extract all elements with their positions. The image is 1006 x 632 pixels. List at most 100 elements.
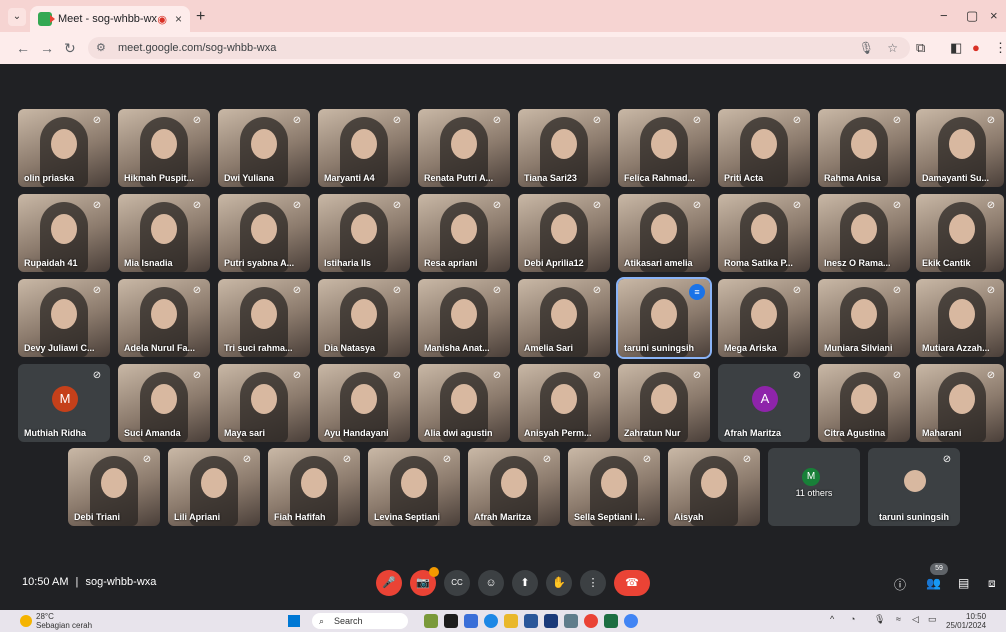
participant-tile[interactable]: ⊘ Debi Aprilia12 — [518, 194, 610, 272]
participant-tile[interactable]: ⊘ Tiana Sari23 — [518, 109, 610, 187]
captions-button[interactable]: CC — [444, 570, 470, 596]
participant-tile[interactable]: ⊘ Levina Septiani — [368, 448, 460, 526]
participant-tile[interactable]: ⊘ Priti Acta — [718, 109, 810, 187]
raise-hand-button[interactable]: ✋ — [546, 570, 572, 596]
participant-tile[interactable]: M ⊘ Muthiah Ridha — [18, 364, 110, 442]
emoji-reaction-button[interactable]: ☺ — [478, 570, 504, 596]
participant-tile[interactable]: ⊘ Manisha Anat... — [418, 279, 510, 357]
address-bar[interactable]: ⚙ meet.google.com/sog-whbb-wxa 🎙 ☆ — [88, 37, 910, 59]
chat-icon[interactable]: ▤ — [958, 576, 969, 590]
show-hidden-icons[interactable]: ^ — [830, 614, 834, 624]
participant-tile[interactable]: ⊘ Istiharia Ils — [318, 194, 410, 272]
participant-tile[interactable]: ⊘ Putri syabna A... — [218, 194, 310, 272]
task-view-icon[interactable] — [444, 614, 458, 628]
people-icon[interactable]: 👥 — [926, 576, 941, 590]
side-panel-icon[interactable]: ◧ — [950, 40, 962, 56]
participant-tile[interactable]: ⊘ Muniara Silviani — [818, 279, 910, 357]
tab-close-button[interactable]: × — [175, 12, 182, 26]
participant-tile[interactable]: ⊘ Maharani — [916, 364, 1004, 442]
participant-tile[interactable]: ⊘ taruni suningsih — [868, 448, 960, 526]
forward-icon[interactable]: → — [40, 40, 54, 56]
participant-tile[interactable]: ⊘ Atikasari amelia — [618, 194, 710, 272]
participant-tile[interactable]: ⊘ Tri suci rahma... — [218, 279, 310, 357]
volume-icon[interactable]: ◁ — [912, 614, 919, 625]
camera-app-icon[interactable] — [464, 614, 478, 628]
others-tile[interactable]: M 11 others — [768, 448, 860, 526]
network-icon[interactable]: ◔ — [850, 614, 855, 624]
camera-toggle-button[interactable]: 📷 — [410, 567, 439, 596]
excel-app-icon[interactable] — [604, 614, 618, 628]
bookmark-star-icon[interactable]: ☆ — [887, 37, 898, 59]
participant-tile[interactable]: ⊘ Roma Satika P... — [718, 194, 810, 272]
maximize-button[interactable]: ▢ — [966, 8, 978, 24]
participant-tile[interactable]: ⊘ Amelia Sari — [518, 279, 610, 357]
participant-tile[interactable]: ⊘ Dia Natasya — [318, 279, 410, 357]
participant-tile[interactable]: ⊘ Ayu Handayani — [318, 364, 410, 442]
browser-menu-icon[interactable]: ⋮ — [994, 40, 1006, 56]
participant-tile[interactable]: ⊘ Alia dwi agustin — [418, 364, 510, 442]
participant-tile[interactable]: ⊘ Rupaidah 41 — [18, 194, 110, 272]
activities-icon[interactable]: ⧈ — [988, 576, 996, 591]
meeting-details-icon[interactable]: ⓘ — [894, 576, 906, 593]
participant-tile[interactable]: ⊘ Afrah Maritza — [468, 448, 560, 526]
participant-tile[interactable]: ⊘ Lili Apriani — [168, 448, 260, 526]
weather-widget[interactable]: 28°C Sebagian cerah — [20, 612, 92, 630]
participant-tile[interactable]: ⊘ Citra Agustina — [818, 364, 910, 442]
participant-tile[interactable]: ⊘ Dwi Yuliana — [218, 109, 310, 187]
participant-tile[interactable]: ⊘ Rahma Anisa — [818, 109, 910, 187]
windows-start-icon[interactable] — [288, 615, 300, 627]
leave-call-button[interactable]: ☎ — [614, 570, 650, 596]
participant-tile[interactable]: ⊘ Ekik Cantik — [916, 194, 1004, 272]
mic-toggle-button[interactable]: 🎤 — [376, 570, 402, 596]
participant-tile-speaking[interactable]: ≡ taruni suningsih — [616, 277, 712, 359]
participant-tile[interactable]: ⊘ Renata Putri A... — [418, 109, 510, 187]
photos-app-icon[interactable] — [564, 614, 578, 628]
file-explorer-icon[interactable] — [504, 614, 518, 628]
taskbar-clock[interactable]: 10:50 25/01/2024 — [946, 612, 986, 630]
participant-tile[interactable]: ⊘ Fiah Hafifah — [268, 448, 360, 526]
participant-tile[interactable]: ⊘ Maya sari — [218, 364, 310, 442]
participant-tile[interactable]: A ⊘ Afrah Maritza — [718, 364, 810, 442]
battery-icon[interactable]: ▭ — [928, 614, 937, 625]
profile-avatar-icon[interactable]: ● — [972, 40, 980, 55]
chrome-browser-icon[interactable] — [584, 614, 598, 628]
chrome-profile-icon[interactable] — [624, 614, 638, 628]
extensions-icon[interactable]: ⧉ — [916, 40, 925, 56]
close-window-button[interactable]: × — [990, 8, 998, 23]
participant-tile[interactable]: ⊘ Resa apriani — [418, 194, 510, 272]
site-info-icon[interactable]: ⚙ — [96, 37, 106, 59]
participant-tile[interactable]: ⊘ Zahratun Nur — [618, 364, 710, 442]
participant-tile[interactable]: ⊘ Mutiara Azzah... — [916, 279, 1004, 357]
microphone-permission-icon[interactable]: 🎙 — [859, 37, 874, 59]
new-tab-button[interactable]: + — [196, 8, 205, 26]
reload-icon[interactable]: ↻ — [64, 40, 76, 57]
participant-tile[interactable]: ⊘ Mia Isnadia — [118, 194, 210, 272]
tab-search-menu-button[interactable]: ⌄ — [8, 8, 26, 26]
wifi-icon[interactable]: ≈ — [896, 614, 901, 624]
minimize-button[interactable]: − — [940, 8, 948, 23]
present-screen-button[interactable]: ⬆ — [512, 570, 538, 596]
participant-tile[interactable]: ⊘ Aisyah — [668, 448, 760, 526]
participant-tile[interactable]: ⊘ Hikmah Puspit... — [118, 109, 210, 187]
widgets-app-icon[interactable] — [424, 614, 438, 628]
participant-tile[interactable]: ⊘ Debi Triani — [68, 448, 160, 526]
word-app-icon[interactable] — [524, 614, 538, 628]
back-icon[interactable]: ← — [16, 40, 30, 56]
edge-browser-icon[interactable] — [484, 614, 498, 628]
browser-tab-meet[interactable]: Meet - sog-whbb-wxa ◉ × — [30, 6, 190, 32]
participant-tile[interactable]: ⊘ Suci Amanda — [118, 364, 210, 442]
participant-tile[interactable]: ⊘ Adela Nurul Fa... — [118, 279, 210, 357]
taskbar-search[interactable]: ⌕ Search — [312, 613, 408, 629]
participant-tile[interactable]: ⊘ Inesz O Rama... — [818, 194, 910, 272]
learning-app-icon[interactable] — [544, 614, 558, 628]
microphone-tray-icon[interactable]: 🎙 — [874, 614, 885, 625]
participant-tile[interactable]: ⊘ Mega Ariska — [718, 279, 810, 357]
participant-tile[interactable]: ⊘ Devy Juliawi C... — [18, 279, 110, 357]
participant-tile[interactable]: ⊘ Maryanti A4 — [318, 109, 410, 187]
participant-tile[interactable]: ⊘ Anisyah Perm... — [518, 364, 610, 442]
more-options-button[interactable]: ⋮ — [580, 570, 606, 596]
participant-tile[interactable]: ⊘ olin priaska — [18, 109, 110, 187]
participant-tile[interactable]: ⊘ Felica Rahmad... — [618, 109, 710, 187]
participant-tile[interactable]: ⊘ Damayanti Su... — [916, 109, 1004, 187]
participant-tile[interactable]: ⊘ Sella Septiani I... — [568, 448, 660, 526]
